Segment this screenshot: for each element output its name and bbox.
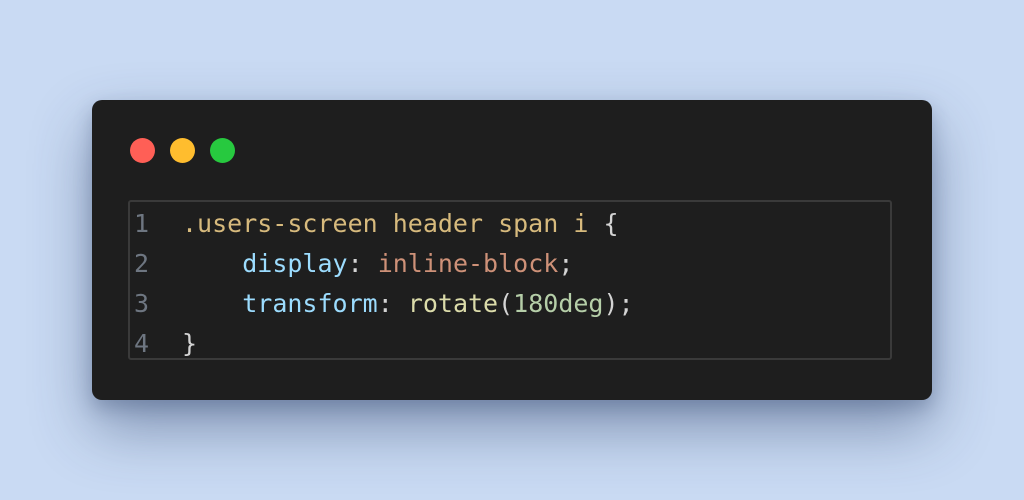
colon: : [347,249,378,278]
css-function: rotate [407,289,499,318]
line-content: } [182,324,197,364]
colon: : [377,289,408,318]
close-brace: } [182,329,198,358]
css-selector: .users-screen header span i [182,209,589,238]
line-number: 4 [134,329,150,358]
code-line: 4 } [130,324,890,364]
minimize-button[interactable] [170,138,195,163]
maximize-button[interactable] [210,138,235,163]
css-value: inline-block [377,249,559,278]
close-button[interactable] [130,138,155,163]
line-content: .users-screen header span i { [182,204,619,244]
code-line: 1 .users-screen header span i { [130,204,890,244]
semicolon: ; [558,249,574,278]
line-number: 2 [134,249,150,278]
line-number: 3 [134,289,150,318]
window-controls [130,138,235,163]
code-editor[interactable]: 1 .users-screen header span i { 2 displa… [128,200,892,360]
css-property: display [242,249,348,278]
css-number: 180deg [513,289,604,318]
css-property: transform [242,289,378,318]
open-brace: { [588,209,619,238]
open-paren: ( [498,289,514,318]
close-paren: ); [603,289,634,318]
code-window: 1 .users-screen header span i { 2 displa… [92,100,932,400]
code-line: 2 display: inline-block; [130,244,890,284]
code-line: 3 transform: rotate(180deg); [130,284,890,324]
line-content: transform: rotate(180deg); [182,284,634,324]
line-number: 1 [134,209,150,238]
line-content: display: inline-block; [182,244,573,284]
